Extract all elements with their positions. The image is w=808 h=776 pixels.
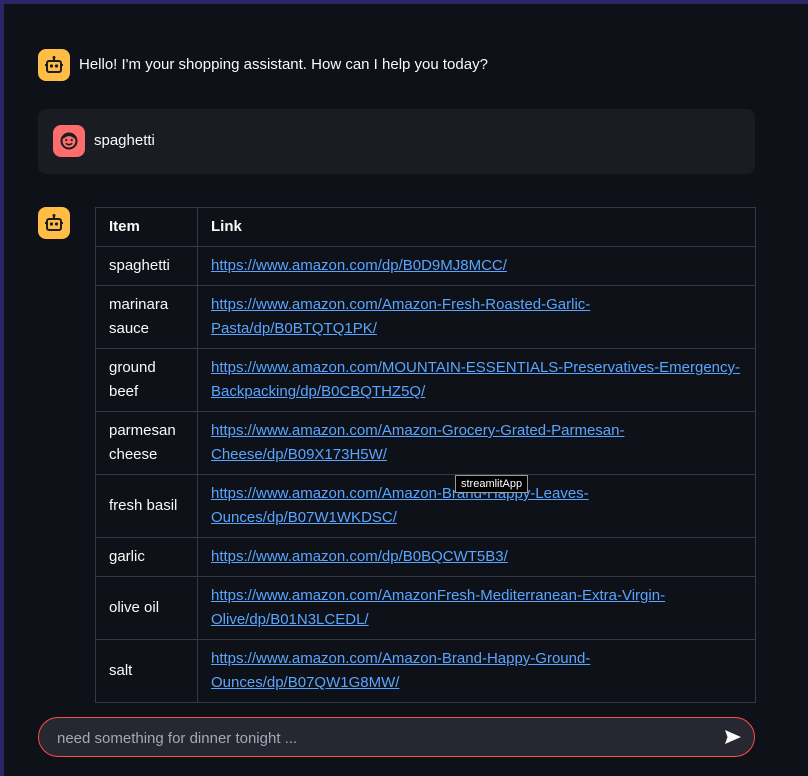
item-cell: spaghetti [95, 246, 198, 286]
product-link[interactable]: https://www.amazon.com/Amazon-Brand-Happ… [211, 485, 589, 526]
assistant-greeting-text: Hello! I'm your shopping assistant. How … [79, 56, 488, 73]
table-row: ground beef https://www.amazon.com/MOUNT… [95, 348, 756, 412]
user-message-text: spaghetti [94, 132, 155, 149]
table-header-row: Item Link [95, 207, 756, 247]
item-column-header: Item [95, 207, 198, 247]
hover-tooltip: streamlitApp [455, 475, 529, 493]
product-link[interactable]: https://www.amazon.com/dp/B0BQCWT5B3/ [211, 548, 508, 565]
send-button[interactable] [722, 726, 744, 748]
link-cell: https://www.amazon.com/dp/B0BQCWT5B3/ [197, 537, 756, 577]
item-cell: salt [95, 639, 198, 703]
table-row: fresh basil https://www.amazon.com/Amazo… [95, 474, 756, 538]
product-link[interactable]: https://www.amazon.com/Amazon-Fresh-Roas… [211, 296, 590, 337]
table-row: parmesan cheese https://www.amazon.com/A… [95, 411, 756, 475]
item-cell: fresh basil [95, 474, 198, 538]
table-row: marinara sauce https://www.amazon.com/Am… [95, 285, 756, 349]
chat-input-container [38, 717, 755, 758]
assistant-greeting-message: Hello! I'm your shopping assistant. How … [38, 49, 755, 81]
product-link[interactable]: https://www.amazon.com/Amazon-Grocery-Gr… [211, 422, 624, 463]
product-link[interactable]: https://www.amazon.com/dp/B0D9MJ8MCC/ [211, 257, 507, 274]
shopping-links-table: Item Link spaghetti https://www.amazon.c… [95, 207, 756, 703]
link-cell: https://www.amazon.com/Amazon-Brand-Happ… [197, 639, 756, 703]
table-row: spaghetti https://www.amazon.com/dp/B0D9… [95, 246, 756, 286]
face-icon [53, 125, 85, 157]
product-link[interactable]: https://www.amazon.com/Amazon-Brand-Happ… [211, 650, 590, 691]
link-cell: https://www.amazon.com/MOUNTAIN-ESSENTIA… [197, 348, 756, 412]
user-message: spaghetti [38, 109, 755, 174]
item-cell: marinara sauce [95, 285, 198, 349]
link-cell: https://www.amazon.com/dp/B0D9MJ8MCC/ [197, 246, 756, 286]
chat-input[interactable] [55, 718, 699, 758]
item-cell: parmesan cheese [95, 411, 198, 475]
link-cell: https://www.amazon.com/Amazon-Grocery-Gr… [197, 411, 756, 475]
robot-icon [38, 49, 70, 81]
item-cell: garlic [95, 537, 198, 577]
link-column-header: Link [197, 207, 756, 247]
table-row: salt https://www.amazon.com/Amazon-Brand… [95, 639, 756, 703]
app-frame: Hello! I'm your shopping assistant. How … [4, 4, 808, 776]
product-link[interactable]: https://www.amazon.com/AmazonFresh-Medit… [211, 587, 665, 628]
item-cell: olive oil [95, 576, 198, 640]
table-row: garlic https://www.amazon.com/dp/B0BQCWT… [95, 537, 756, 577]
item-cell: ground beef [95, 348, 198, 412]
product-link[interactable]: https://www.amazon.com/MOUNTAIN-ESSENTIA… [211, 359, 740, 400]
link-cell: https://www.amazon.com/Amazon-Fresh-Roas… [197, 285, 756, 349]
send-icon [725, 730, 741, 744]
table-row: olive oil https://www.amazon.com/AmazonF… [95, 576, 756, 640]
link-cell: https://www.amazon.com/AmazonFresh-Medit… [197, 576, 756, 640]
robot-icon [38, 207, 70, 239]
